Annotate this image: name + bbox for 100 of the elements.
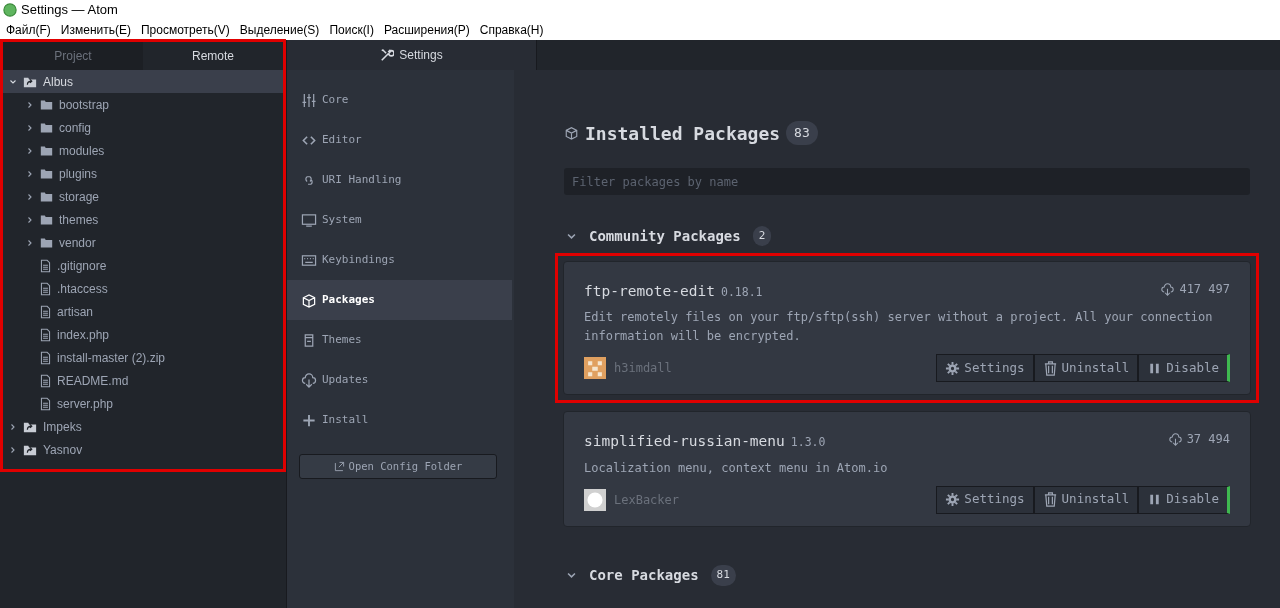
settings-nav-item[interactable]: Packages	[287, 280, 512, 320]
settings-nav-item[interactable]: Core	[287, 80, 512, 120]
file-item[interactable]: .gitignore	[3, 254, 283, 277]
menu-item[interactable]: Изменить(E)	[60, 21, 131, 39]
section-title: Community Packages	[589, 226, 741, 246]
chevron-right-icon	[26, 146, 34, 155]
menu-item[interactable]: Поиск(I)	[329, 21, 374, 39]
cloud-download-icon	[301, 372, 317, 388]
settings-nav-item[interactable]: Editor	[287, 120, 512, 160]
folder-icon	[39, 144, 54, 157]
folder-item[interactable]: plugins	[3, 162, 283, 185]
menu-item[interactable]: Просмотреть(V)	[140, 21, 230, 39]
file-icon	[39, 327, 52, 342]
file-item[interactable]: .htaccess	[3, 277, 283, 300]
folder-icon	[39, 213, 54, 226]
settings-nav-item[interactable]: Themes	[287, 320, 512, 360]
file-icon	[39, 304, 52, 319]
cloud-download-icon	[1167, 432, 1183, 446]
cloud-download-icon	[1160, 282, 1176, 296]
package-name: ftp-remote-edit	[584, 281, 715, 301]
chevron-right-icon	[26, 192, 34, 201]
open-config-folder-button[interactable]: Open Config Folder	[299, 454, 497, 479]
sliders-icon	[301, 92, 317, 108]
file-icon	[39, 350, 52, 365]
package-description: Edit remotely files on your ftp/sftp(ssh) server without a project. All your connection information will be encrypted.	[584, 309, 1214, 346]
package-icon	[301, 292, 317, 308]
chevron-right-icon	[9, 422, 17, 431]
filter-field[interactable]: Filter packages by name	[564, 168, 1250, 195]
settings-nav-item[interactable]: Install	[287, 400, 512, 440]
folder-item[interactable]: config	[3, 116, 283, 139]
app-logo-icon	[3, 3, 17, 17]
download-count: 37 494	[1186, 431, 1230, 449]
chevron-right-icon	[26, 215, 34, 224]
package-description: Localization menu, context menu in Atom.io	[584, 459, 889, 477]
keyboard-icon	[301, 252, 317, 268]
folder-item[interactable]: Albus	[3, 70, 283, 93]
folder-item[interactable]: Yasnov	[3, 438, 283, 461]
package-action-button[interactable]: Settings	[936, 485, 1034, 514]
count-badge: 2	[752, 225, 772, 247]
settings-nav-item[interactable]: Updates	[287, 360, 512, 400]
external-link-icon	[333, 461, 345, 472]
folder-item[interactable]: Impeks	[3, 415, 283, 438]
github-avatar	[584, 488, 606, 511]
section-title: Core Packages	[589, 566, 699, 585]
package-name: simplified-russian-menu	[584, 431, 785, 451]
package-action-button[interactable]: Uninstall	[1033, 354, 1139, 383]
menu-item[interactable]: Файл(F)	[6, 21, 51, 39]
folder-icon	[39, 236, 54, 249]
chevron-down-icon	[9, 77, 17, 86]
chevron-right-icon	[26, 100, 34, 109]
menu-item[interactable]: Справка(H)	[479, 21, 544, 39]
settings-nav-item[interactable]: URI Handling	[287, 160, 512, 200]
chevron-right-icon	[9, 445, 17, 454]
file-icon	[39, 396, 52, 411]
file-item[interactable]: README.md	[3, 369, 283, 392]
section-title: Installed Packages	[585, 121, 781, 146]
panel-tab[interactable]: Project	[3, 42, 143, 70]
folder-item[interactable]: bootstrap	[3, 93, 283, 116]
folder-icon	[39, 167, 54, 180]
plus-icon	[301, 412, 317, 428]
monitor-icon	[301, 212, 317, 228]
tools-icon	[380, 48, 395, 62]
file-icon	[39, 258, 52, 273]
count-badge: 81	[710, 565, 736, 586]
menu-item[interactable]: Расширения(P)	[383, 21, 470, 39]
chevron-right-icon	[26, 238, 34, 247]
package-action-button[interactable]: Disable	[1138, 354, 1230, 383]
file-item[interactable]: server.php	[3, 392, 283, 415]
folder-icon	[39, 121, 54, 134]
file-item[interactable]: index.php	[3, 323, 283, 346]
trash-icon	[1042, 360, 1058, 376]
settings-tab[interactable]: Settings	[287, 40, 537, 70]
folder-icon	[39, 190, 54, 203]
folder-item[interactable]: storage	[3, 185, 283, 208]
package-action-button[interactable]: Settings	[936, 354, 1034, 383]
settings-nav-item[interactable]: Keybindings	[287, 240, 512, 280]
chevron-right-icon	[26, 123, 34, 132]
package-version: 1.3.0	[790, 433, 826, 451]
file-item[interactable]: artisan	[3, 300, 283, 323]
trash-icon	[1042, 492, 1058, 507]
gear-icon	[945, 360, 961, 376]
folder-item[interactable]: themes	[3, 208, 283, 231]
chevron-right-icon	[26, 169, 34, 178]
folder-icon	[39, 98, 54, 111]
window-title: Settings — Atom	[21, 1, 118, 20]
settings-nav-item[interactable]: System	[287, 200, 512, 240]
package-icon	[564, 126, 579, 140]
identicon-avatar	[584, 357, 606, 380]
count-badge: 83	[786, 121, 818, 145]
package-action-button[interactable]: Disable	[1138, 485, 1230, 514]
file-item[interactable]: install-master (2).zip	[3, 346, 283, 369]
file-icon	[39, 281, 52, 296]
folder-item[interactable]: modules	[3, 139, 283, 162]
package-version: 0.18.1	[720, 283, 763, 301]
folder-item[interactable]: vendor	[3, 231, 283, 254]
download-count: 417 497	[1179, 281, 1230, 298]
file-icon	[39, 373, 52, 388]
gear-icon	[945, 492, 961, 507]
package-action-button[interactable]: Uninstall	[1033, 485, 1139, 514]
menu-item[interactable]: Выделение(S)	[239, 21, 320, 39]
